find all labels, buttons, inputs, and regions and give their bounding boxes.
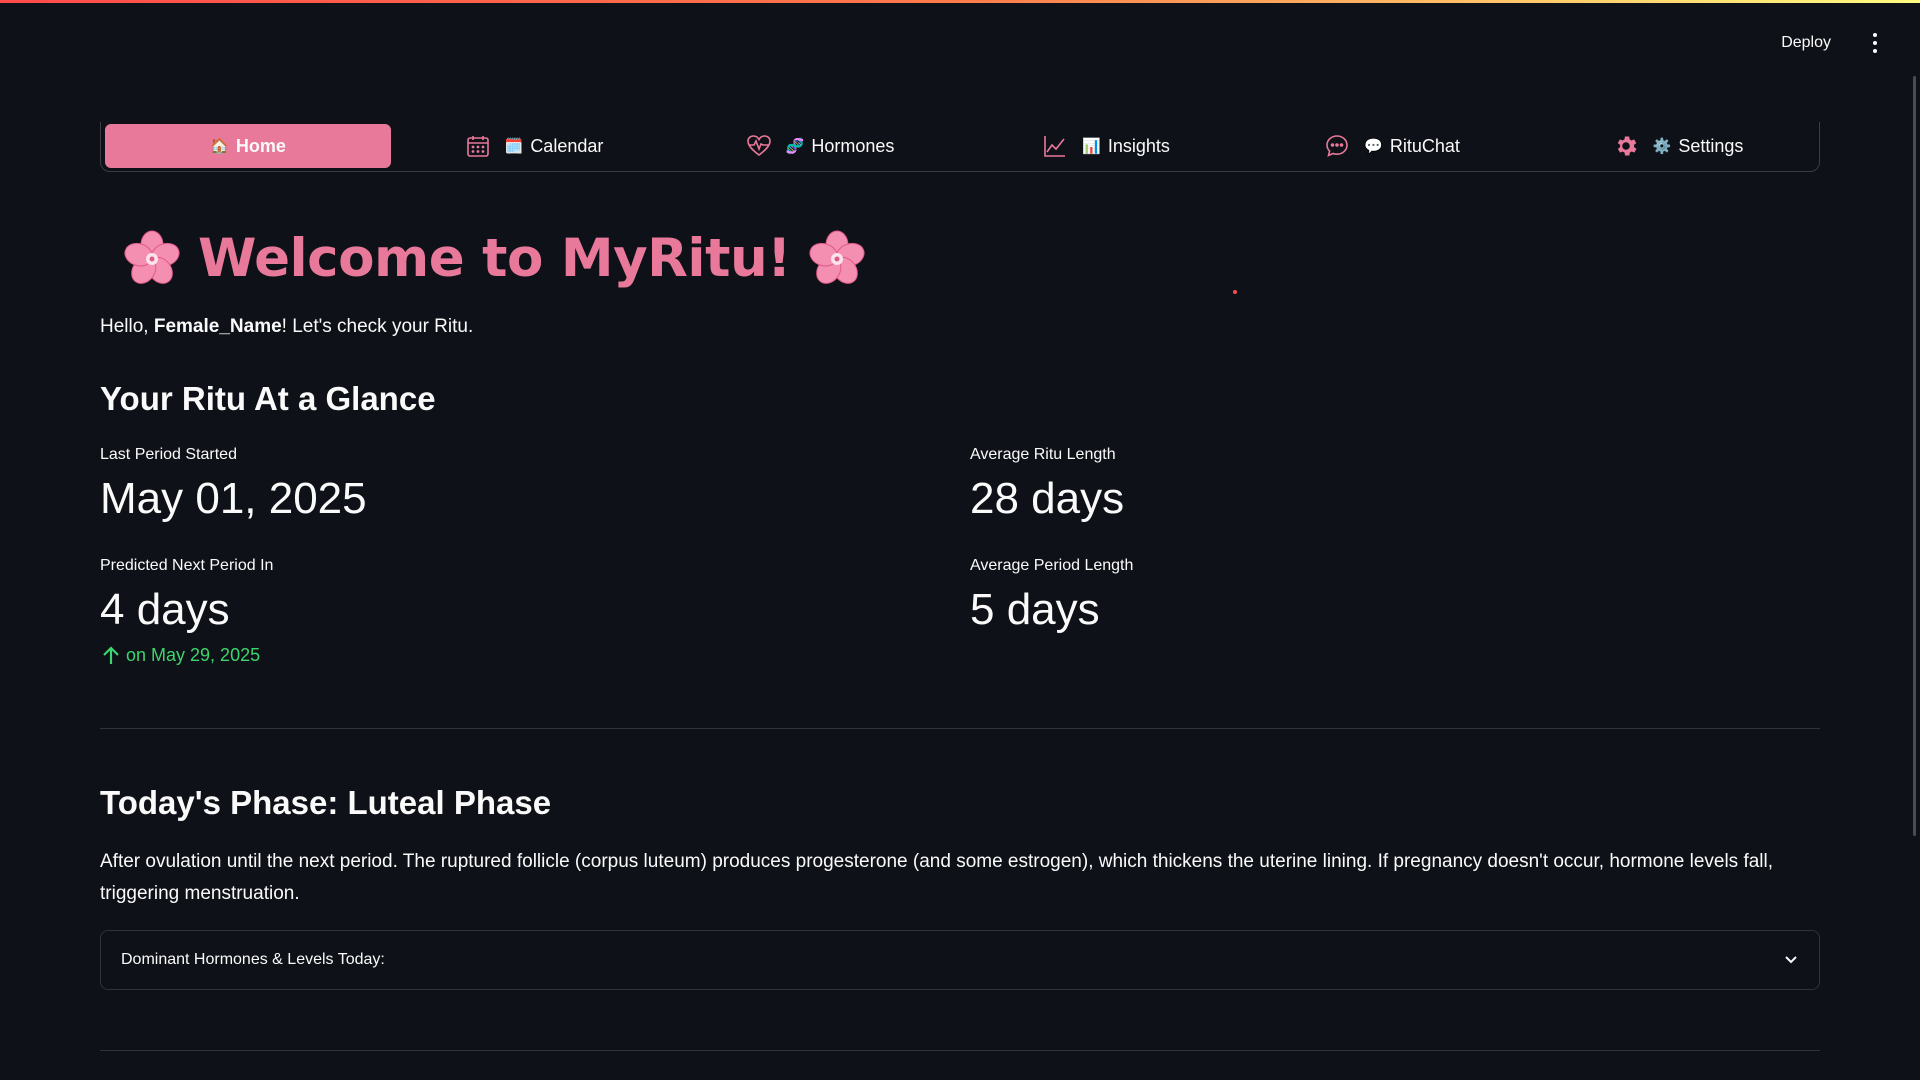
- tab-home[interactable]: 🏠 Home: [105, 124, 391, 168]
- next-period-delta: on May 29, 2025: [102, 645, 260, 666]
- speech-bubble-icon: 💬: [1364, 138, 1383, 155]
- cherry-blossom-icon: [809, 230, 865, 284]
- page-title: Welcome to MyRitu!: [106, 228, 883, 289]
- divider: [100, 1050, 1820, 1051]
- greeting-text: Hello, Female_Name! Let's check your Rit…: [100, 316, 473, 338]
- last-period-value: May 01, 2025: [100, 474, 367, 523]
- top-decoration-bar: [0, 0, 1920, 3]
- spiral-calendar-icon: 🗓️: [504, 138, 524, 155]
- avg-period-label: Average Period Length: [970, 557, 1134, 574]
- tab-label: Insights: [1107, 135, 1170, 156]
- avg-period-value: 5 days: [970, 585, 1100, 634]
- title-text: Welcome to MyRitu!: [198, 228, 791, 289]
- chat-icon: [1324, 133, 1350, 159]
- bar-chart-icon: 📊: [1082, 138, 1101, 155]
- gear-emoji-icon: ⚙️: [1652, 138, 1672, 155]
- tab-rituchat[interactable]: 💬 RituChat: [1249, 124, 1535, 168]
- arrow-up-icon: [103, 645, 119, 664]
- next-period-label: Predicted Next Period In: [100, 557, 274, 574]
- chart-line-icon: [1042, 133, 1068, 159]
- hormones-expander[interactable]: Dominant Hormones & Levels Today:: [100, 930, 1820, 990]
- divider: [100, 728, 1820, 729]
- avg-ritu-value: 28 days: [970, 474, 1125, 523]
- tab-label: Hormones: [811, 135, 895, 156]
- greeting-prefix: Hello,: [100, 316, 154, 337]
- tab-label: Calendar: [530, 135, 604, 156]
- tab-label: Settings: [1678, 135, 1744, 156]
- delta-text: on May 29, 2025: [126, 645, 261, 665]
- tab-insights[interactable]: 📊 Insights: [963, 124, 1249, 168]
- tab-hormones[interactable]: 🧬 Hormones: [677, 124, 963, 168]
- heartbeat-icon: [746, 133, 772, 159]
- tab-navigation: 🏠 Home 🗓️ Calendar 🧬 Hormones 📊 Insights: [100, 122, 1820, 172]
- tab-settings[interactable]: ⚙️ Settings: [1535, 124, 1821, 168]
- glance-heading: Your Ritu At a Glance: [100, 380, 436, 417]
- app-header-actions: Deploy: [1775, 30, 1885, 56]
- phase-description: After ovulation until the next period. T…: [100, 851, 1774, 904]
- last-period-label: Last Period Started: [100, 446, 237, 463]
- deploy-button[interactable]: Deploy: [1775, 30, 1837, 56]
- more-vertical-icon[interactable]: [1865, 31, 1885, 55]
- tab-label: RituChat: [1389, 135, 1460, 156]
- calendar-icon: [465, 133, 491, 159]
- expander-label: Dominant Hormones & Levels Today:: [121, 951, 385, 968]
- cherry-blossom-icon: [124, 230, 180, 284]
- gear-icon: [1613, 133, 1639, 159]
- avg-ritu-label: Average Ritu Length: [970, 446, 1116, 463]
- phase-heading: Today's Phase: Luteal Phase: [100, 784, 552, 821]
- cursor-dot: [1233, 290, 1237, 294]
- greeting-suffix: ! Let's check your Ritu.: [281, 316, 474, 337]
- dna-icon: 🧬: [785, 138, 805, 155]
- tab-label: Home: [235, 135, 286, 156]
- tab-calendar[interactable]: 🗓️ Calendar: [391, 124, 677, 168]
- next-period-value: 4 days: [100, 585, 230, 634]
- chevron-down-icon: [1785, 956, 1797, 964]
- user-name: Female_Name: [153, 316, 282, 337]
- house-icon: 🏠: [210, 138, 229, 155]
- scrollbar[interactable]: [1913, 76, 1916, 836]
